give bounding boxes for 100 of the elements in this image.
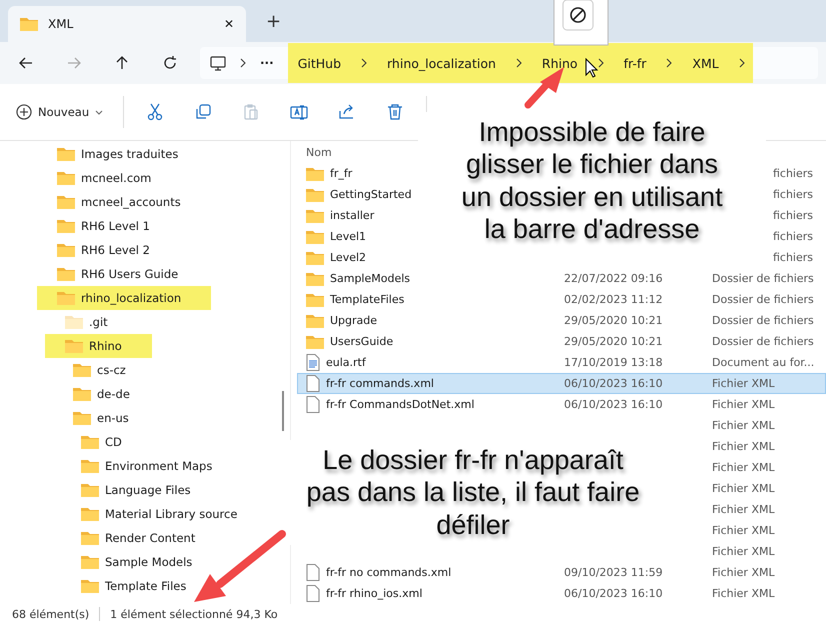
folder-icon xyxy=(81,531,99,545)
breadcrumb-item[interactable]: Rhino xyxy=(542,56,578,70)
type-cell: Fichier XML xyxy=(712,566,775,579)
column-header[interactable]: Nom xyxy=(306,146,332,158)
file-icon xyxy=(306,396,320,413)
scrollbar-thumb[interactable] xyxy=(282,391,284,431)
folder-icon xyxy=(306,334,324,348)
folder-icon xyxy=(73,411,91,425)
plus-icon xyxy=(16,104,32,120)
folder-icon xyxy=(57,291,75,305)
folder-icon xyxy=(20,17,38,31)
folder-icon xyxy=(57,147,75,161)
chevron-icon xyxy=(361,58,368,68)
folder-tree-item[interactable]: Template Files xyxy=(81,574,194,598)
type-cell: Fichier XML xyxy=(712,461,775,474)
file-name: eula.rtf xyxy=(326,356,366,369)
close-tab-button[interactable]: ✕ xyxy=(224,17,234,31)
date-cell: 22/07/2022 09:16 xyxy=(564,272,663,285)
folder-tree-item[interactable]: Images traduites xyxy=(57,142,186,166)
cursor-icon xyxy=(585,58,599,78)
date-cell: 29/05/2020 10:21 xyxy=(564,335,663,348)
folder-icon xyxy=(57,195,75,209)
date-cell: 29/05/2020 10:21 xyxy=(564,314,663,327)
type-cell: Fichier XML xyxy=(712,503,775,516)
folder-icon xyxy=(306,166,324,180)
folder-tree-item[interactable]: Sample Models xyxy=(81,550,200,574)
type-cell: Document au for... xyxy=(712,356,814,369)
folder-tree-item[interactable]: rhino_localization xyxy=(37,286,212,310)
file-name: TemplateFiles xyxy=(330,293,404,306)
breadcrumb-item[interactable]: GitHub xyxy=(298,56,342,70)
folder-icon xyxy=(57,219,75,233)
item-count: 68 élément(s) xyxy=(12,608,90,620)
folder-tree-item[interactable]: de-de xyxy=(73,382,138,406)
folder-tree-item[interactable]: RH6 Level 2 xyxy=(57,238,158,262)
folder-tree-item[interactable]: Render Content xyxy=(81,526,204,550)
file-name: fr-fr rhino_ios.xml xyxy=(326,587,422,600)
breadcrumb-item[interactable]: fr-fr xyxy=(624,56,646,70)
caret-icon xyxy=(95,110,104,114)
type-cell-text: fichiers xyxy=(772,167,813,180)
folder-icon xyxy=(306,250,324,264)
folder-tree-item[interactable]: Material Library source xyxy=(81,502,246,526)
file-name: fr_fr xyxy=(330,167,352,180)
chevron-icon xyxy=(738,58,745,68)
file-icon xyxy=(306,585,320,602)
folder-icon xyxy=(306,272,324,286)
copy-icon xyxy=(194,103,212,121)
breadcrumb-item[interactable]: rhino_localization xyxy=(387,56,496,70)
type-cell: Fichier XML xyxy=(712,587,775,600)
folder-icon xyxy=(57,267,75,281)
selection-info: 1 élément sélectionné 94,3 Ko xyxy=(110,608,278,620)
rename-icon xyxy=(290,103,308,121)
breadcrumb-item[interactable]: XML xyxy=(692,56,719,70)
type-cell: Fichier XML xyxy=(712,524,775,537)
chevron-icon xyxy=(666,58,672,68)
chevron-icon xyxy=(598,58,604,68)
file-name: Upgrade xyxy=(330,314,378,327)
cut-icon xyxy=(146,103,164,121)
selected-file-row[interactable]: fr-fr commands.xml 06/10/2023 16:10 Fichier XML xyxy=(297,373,826,394)
folder-tree-item[interactable]: cs-cz xyxy=(73,358,134,382)
file-name: GettingStarted xyxy=(330,188,412,201)
new-tab-button[interactable]: + xyxy=(266,10,282,32)
folder-tree-item[interactable]: RH6 Users Guide xyxy=(57,262,186,286)
folder-tree-item[interactable]: CD xyxy=(81,430,130,454)
window-tab[interactable]: XML ✕ xyxy=(8,6,246,42)
folder-tree-item[interactable]: Environment Maps xyxy=(81,454,220,478)
folder-tree-item[interactable]: Rhino xyxy=(45,334,152,358)
folder-tree-item[interactable]: mcneel.com xyxy=(57,166,160,190)
file-icon xyxy=(306,375,320,392)
folder-icon xyxy=(306,314,324,328)
date-cell: 02/02/2023 11:12 xyxy=(564,293,663,306)
computer-icon xyxy=(210,56,226,70)
forward-arrow-icon xyxy=(66,55,82,71)
file-name: Level1 xyxy=(330,230,366,243)
folder-tree-item[interactable]: RH6 Level 1 xyxy=(57,214,158,238)
folder-tree-item[interactable]: .git xyxy=(65,310,116,334)
overflow-button[interactable]: ··· xyxy=(260,56,274,70)
file-name: UsersGuide xyxy=(330,335,394,348)
tab-title: XML xyxy=(48,17,74,31)
file-name: fr-fr commands.xml xyxy=(326,377,434,390)
file-name: installer xyxy=(330,209,374,222)
new-button[interactable]: Nouveau xyxy=(10,97,110,127)
chevron-icon xyxy=(240,58,246,68)
folder-tree-item[interactable]: mcneel_accounts xyxy=(57,190,189,214)
file-name: fr-fr CommandsDotNet.xml xyxy=(326,398,474,411)
folder-tree-item[interactable]: en-us xyxy=(73,406,137,430)
folder-icon xyxy=(81,435,99,449)
type-cell-text: fichiers xyxy=(772,230,813,243)
folder-tree-item[interactable]: Language Files xyxy=(81,478,199,502)
type-cell-text: fichiers xyxy=(772,251,813,264)
folder-icon xyxy=(73,387,91,401)
chevron-icon xyxy=(516,58,522,68)
folder-icon xyxy=(306,188,324,202)
folder-icon xyxy=(81,507,99,521)
folder-icon xyxy=(57,243,75,257)
folder-icon xyxy=(306,208,324,222)
type-cell-text: fichiers xyxy=(772,209,813,222)
folder-icon xyxy=(306,230,324,244)
folder-icon xyxy=(81,459,99,473)
refresh-arrow-icon xyxy=(162,55,178,71)
folder-icon xyxy=(81,483,99,497)
